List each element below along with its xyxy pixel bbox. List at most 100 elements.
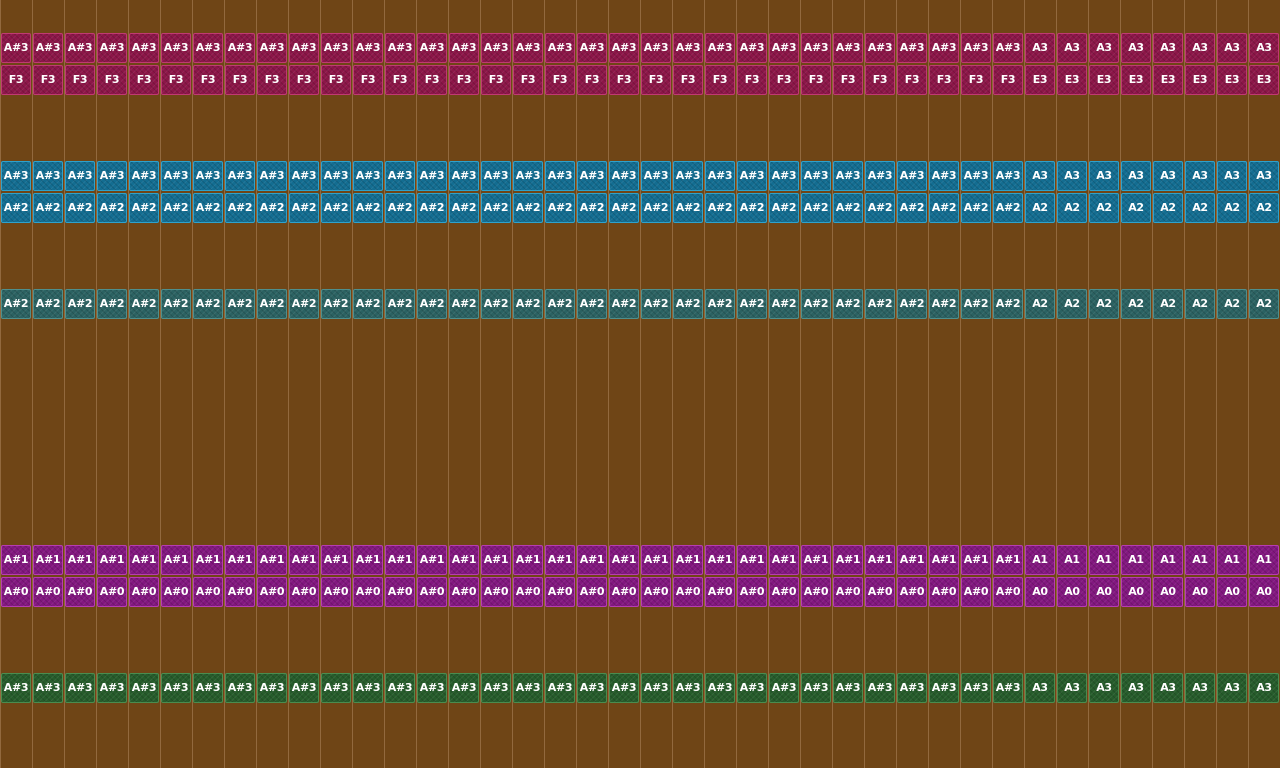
note-block[interactable]: F3 xyxy=(513,65,543,95)
note-block[interactable]: A#3 xyxy=(865,673,895,703)
note-block[interactable]: A#1 xyxy=(257,545,287,575)
note-block[interactable]: A#3 xyxy=(225,161,255,191)
note-block[interactable]: A#3 xyxy=(257,673,287,703)
note-block[interactable]: A#3 xyxy=(993,33,1023,63)
note-block[interactable]: A#3 xyxy=(33,161,63,191)
note-block[interactable]: A#3 xyxy=(1,33,31,63)
note-block[interactable]: A#3 xyxy=(897,161,927,191)
note-block[interactable]: A#2 xyxy=(225,289,255,319)
note-block[interactable]: A#0 xyxy=(129,577,159,607)
note-block[interactable]: A#0 xyxy=(833,577,863,607)
note-block[interactable]: A#0 xyxy=(993,577,1023,607)
note-block[interactable]: A#2 xyxy=(193,289,223,319)
note-block[interactable]: A#2 xyxy=(801,289,831,319)
note-block[interactable]: A3 xyxy=(1121,33,1151,63)
note-block[interactable]: A#0 xyxy=(417,577,447,607)
note-block[interactable]: A#0 xyxy=(609,577,639,607)
note-block[interactable]: A#2 xyxy=(833,289,863,319)
note-block[interactable]: A#3 xyxy=(737,33,767,63)
note-block[interactable]: A#1 xyxy=(193,545,223,575)
note-block[interactable]: A#0 xyxy=(673,577,703,607)
note-block[interactable]: A#1 xyxy=(161,545,191,575)
note-block[interactable]: A0 xyxy=(1025,577,1055,607)
note-block[interactable]: A#2 xyxy=(289,289,319,319)
note-block[interactable]: A2 xyxy=(1025,289,1055,319)
note-block[interactable]: A#3 xyxy=(225,33,255,63)
note-block[interactable]: A#2 xyxy=(65,193,95,223)
note-block[interactable]: A#3 xyxy=(929,673,959,703)
note-block[interactable]: A1 xyxy=(1121,545,1151,575)
note-block[interactable]: A2 xyxy=(1185,289,1215,319)
note-block[interactable]: A#1 xyxy=(641,545,671,575)
note-block[interactable]: F3 xyxy=(257,65,287,95)
note-block[interactable]: A#3 xyxy=(129,673,159,703)
note-block[interactable]: A3 xyxy=(1025,673,1055,703)
note-block[interactable]: A#3 xyxy=(609,161,639,191)
note-block[interactable]: A#2 xyxy=(193,193,223,223)
note-block[interactable]: A#1 xyxy=(801,545,831,575)
note-block[interactable]: A3 xyxy=(1089,161,1119,191)
note-block[interactable]: A#2 xyxy=(513,193,543,223)
note-grid[interactable]: A#3 A#3 A#3 A#3 A#3 A#3 A#3 A#3 A#3 A#3 A#3 A#3 A#3 A… xyxy=(0,0,1280,768)
note-block[interactable]: A#2 xyxy=(65,289,95,319)
note-block[interactable]: F3 xyxy=(289,65,319,95)
note-block[interactable]: A#0 xyxy=(705,577,735,607)
note-block[interactable]: E3 xyxy=(1057,65,1087,95)
note-block[interactable]: A#0 xyxy=(769,577,799,607)
note-block[interactable]: A#2 xyxy=(449,289,479,319)
note-block[interactable]: A3 xyxy=(1057,33,1087,63)
note-block[interactable]: F3 xyxy=(801,65,831,95)
note-block[interactable]: A#3 xyxy=(577,673,607,703)
note-block[interactable]: A1 xyxy=(1185,545,1215,575)
note-block[interactable]: A#3 xyxy=(513,161,543,191)
note-block[interactable]: A2 xyxy=(1121,289,1151,319)
note-block[interactable]: F3 xyxy=(993,65,1023,95)
note-block[interactable]: A#3 xyxy=(609,673,639,703)
note-block[interactable]: A#3 xyxy=(65,33,95,63)
note-block[interactable]: A#2 xyxy=(577,193,607,223)
note-block[interactable]: A#2 xyxy=(353,289,383,319)
note-block[interactable]: A#1 xyxy=(225,545,255,575)
note-block[interactable]: A#2 xyxy=(897,289,927,319)
note-block[interactable]: A#3 xyxy=(65,673,95,703)
note-block[interactable]: A#3 xyxy=(193,673,223,703)
note-block[interactable]: A#3 xyxy=(129,161,159,191)
note-block[interactable]: F3 xyxy=(33,65,63,95)
note-block[interactable]: A#3 xyxy=(1,161,31,191)
note-block[interactable]: F3 xyxy=(641,65,671,95)
note-block[interactable]: A3 xyxy=(1153,673,1183,703)
note-block[interactable]: A#2 xyxy=(97,289,127,319)
note-block[interactable]: A#2 xyxy=(897,193,927,223)
note-block[interactable]: A#3 xyxy=(321,673,351,703)
note-block[interactable]: A#2 xyxy=(865,289,895,319)
note-block[interactable]: A#2 xyxy=(769,289,799,319)
note-block[interactable]: A#1 xyxy=(513,545,543,575)
note-block[interactable]: F3 xyxy=(609,65,639,95)
note-block[interactable]: A#3 xyxy=(385,161,415,191)
note-block[interactable]: F3 xyxy=(705,65,735,95)
note-block[interactable]: A#1 xyxy=(1,545,31,575)
note-block[interactable]: A3 xyxy=(1249,161,1279,191)
note-block[interactable]: A#3 xyxy=(545,161,575,191)
note-block[interactable]: A#0 xyxy=(577,577,607,607)
note-block[interactable]: A2 xyxy=(1249,193,1279,223)
note-block[interactable]: A#3 xyxy=(353,33,383,63)
note-block[interactable]: F3 xyxy=(161,65,191,95)
note-block[interactable]: A#3 xyxy=(769,33,799,63)
note-block[interactable]: A#2 xyxy=(161,289,191,319)
note-block[interactable]: A#1 xyxy=(673,545,703,575)
note-block[interactable]: A#2 xyxy=(833,193,863,223)
note-block[interactable]: A#3 xyxy=(929,33,959,63)
note-block[interactable]: A#0 xyxy=(513,577,543,607)
note-block[interactable]: A#3 xyxy=(641,33,671,63)
note-block[interactable]: A#1 xyxy=(705,545,735,575)
note-block[interactable]: A2 xyxy=(1089,289,1119,319)
note-block[interactable]: A#1 xyxy=(289,545,319,575)
note-block[interactable]: A#3 xyxy=(801,673,831,703)
note-block[interactable]: A#1 xyxy=(417,545,447,575)
note-block[interactable]: A#2 xyxy=(545,289,575,319)
note-block[interactable]: A#3 xyxy=(769,673,799,703)
note-block[interactable]: A#1 xyxy=(993,545,1023,575)
note-block[interactable]: A#1 xyxy=(545,545,575,575)
note-block[interactable]: A#2 xyxy=(929,289,959,319)
